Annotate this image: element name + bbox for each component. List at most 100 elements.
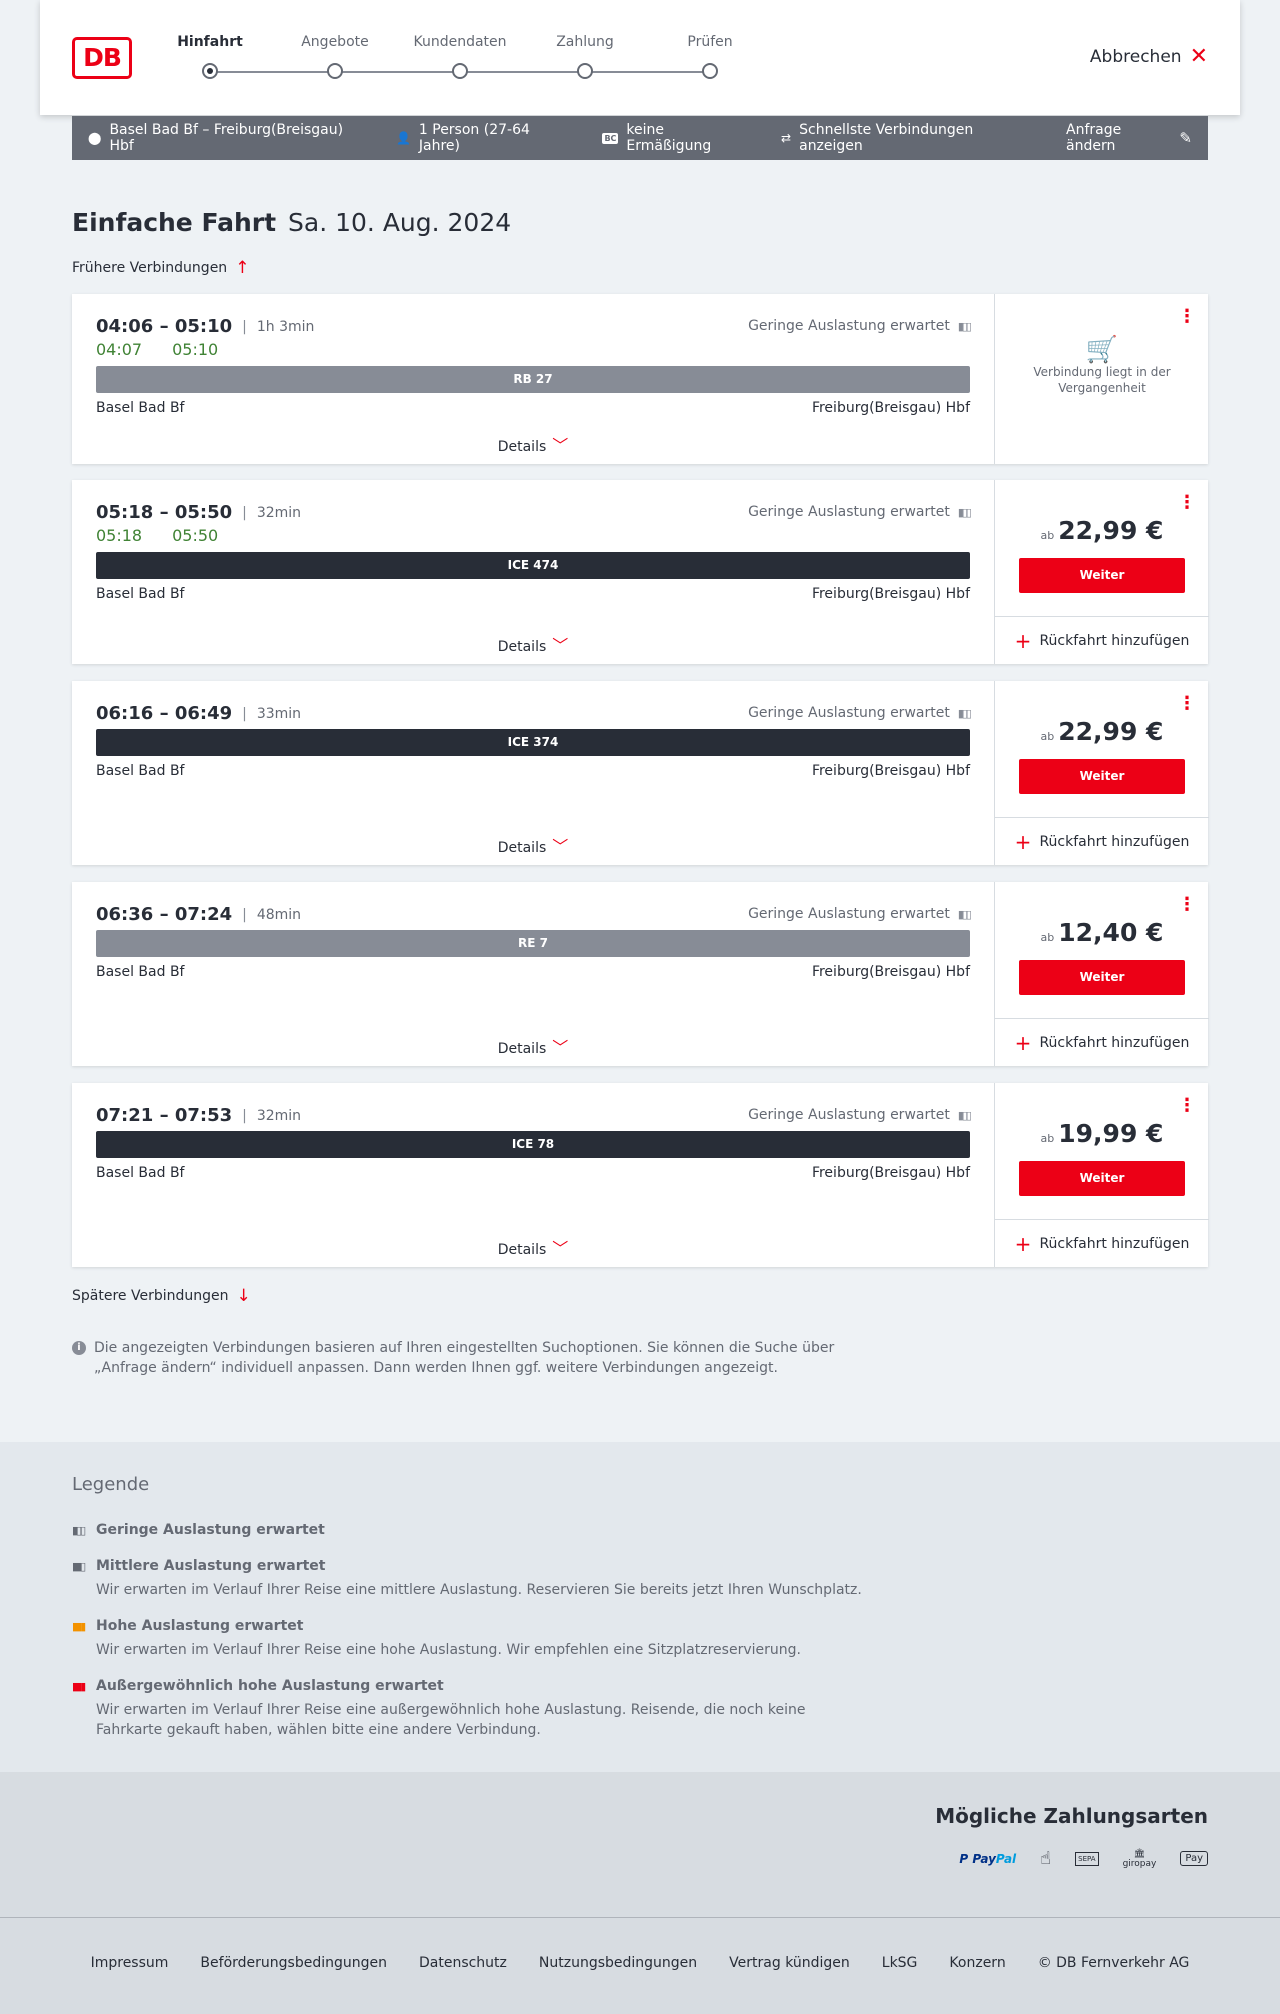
separator: | bbox=[242, 318, 247, 335]
separator: | bbox=[242, 504, 247, 521]
step-zahlung: Zahlung bbox=[535, 34, 635, 79]
step-label: Kundendaten bbox=[413, 34, 507, 50]
connection-card: 05:18 – 05:50 | 32min Geringe Auslastung… bbox=[72, 480, 1209, 664]
time-range: 06:36 – 07:24 bbox=[96, 904, 233, 925]
add-return-trip-button[interactable]: + Rückfahrt hinzufügen bbox=[995, 616, 1209, 664]
footer-link-impressum[interactable]: Impressum bbox=[91, 1955, 169, 1971]
earlier-connections-link[interactable]: Frühere Verbindungen ↑ bbox=[72, 258, 249, 278]
duration: 32min bbox=[256, 1107, 302, 1124]
step-dot bbox=[327, 63, 343, 79]
departure-station: Basel Bad Bf bbox=[96, 586, 185, 602]
duration: 33min bbox=[256, 705, 302, 722]
more-options-icon[interactable]: ⋮ bbox=[1178, 308, 1196, 326]
legend-label: Außergewöhnlich hohe Auslastung erwartet bbox=[96, 1678, 444, 1694]
earlier-label: Frühere Verbindungen bbox=[72, 260, 228, 276]
price-amount: 12,40 € bbox=[1058, 918, 1164, 947]
departure-station: Basel Bad Bf bbox=[96, 964, 185, 980]
cancel-label: Abbrechen bbox=[1089, 47, 1182, 67]
cancel-button[interactable]: Abbrechen ✕ bbox=[1090, 46, 1208, 68]
footer-link-lksg[interactable]: LkSG bbox=[882, 1955, 918, 1971]
separator: | bbox=[242, 705, 247, 722]
step-dot bbox=[702, 63, 718, 79]
later-connections-link[interactable]: Spätere Verbindungen ↓ bbox=[72, 1286, 251, 1306]
details-toggle[interactable]: Details ﹀ bbox=[72, 1235, 994, 1259]
departure-station: Basel Bad Bf bbox=[96, 1165, 185, 1181]
occupancy-low-icon: ▮▯▯ bbox=[957, 1108, 972, 1122]
realtime-arrival: 05:50 bbox=[172, 526, 219, 545]
connection-times: 07:21 – 07:53 | 32min bbox=[96, 1105, 301, 1126]
details-toggle[interactable]: Details ﹀ bbox=[72, 432, 994, 456]
realtime-arrival: 05:10 bbox=[172, 340, 219, 359]
more-options-icon[interactable]: ⋮ bbox=[1178, 1097, 1196, 1115]
details-toggle[interactable]: Details ﹀ bbox=[72, 632, 994, 656]
step-angebote: Angebote bbox=[285, 34, 385, 79]
train-bar[interactable]: RE 7 bbox=[96, 930, 970, 957]
connection-times: 06:36 – 07:24 | 48min bbox=[96, 904, 301, 925]
continue-button[interactable]: Weiter bbox=[1019, 960, 1185, 995]
legend-description: Wir erwarten im Verlauf Ihrer Reise eine… bbox=[96, 1642, 801, 1658]
arrow-down-icon: ↓ bbox=[236, 1286, 251, 1306]
chevron-down-icon: ﹀ bbox=[552, 1239, 569, 1258]
giropay-icon: 🏛 giropay bbox=[1122, 1848, 1157, 1869]
price-amount: 22,99 € bbox=[1058, 516, 1164, 545]
payment-title: Mögliche Zahlungsarten bbox=[935, 1804, 1208, 1828]
train-bar[interactable]: ICE 474 bbox=[96, 552, 970, 579]
duration: 1h 3min bbox=[256, 318, 315, 335]
continue-button[interactable]: Weiter bbox=[1019, 1161, 1185, 1196]
continue-button[interactable]: Weiter bbox=[1019, 558, 1185, 593]
details-toggle[interactable]: Details ﹀ bbox=[72, 833, 994, 857]
time-range: 06:16 – 06:49 bbox=[96, 703, 233, 724]
past-connection-text: Verbindung liegt in der Vergangenheit bbox=[1033, 365, 1171, 395]
details-label: Details bbox=[497, 1041, 547, 1057]
legend-heading: ▮▯▯ Geringe Auslastung erwartet bbox=[72, 1522, 872, 1538]
more-options-icon[interactable]: ⋮ bbox=[1178, 695, 1196, 713]
time-range: 05:18 – 05:50 bbox=[96, 502, 233, 523]
step-label: Hinfahrt bbox=[177, 34, 243, 50]
more-options-icon[interactable]: ⋮ bbox=[1178, 494, 1196, 512]
location-pin-icon: ⬤ bbox=[88, 131, 102, 145]
occupancy-low-icon: ▮▯▯ bbox=[957, 706, 972, 720]
legend-description: Wir erwarten im Verlauf Ihrer Reise eine… bbox=[96, 1582, 862, 1598]
footer-link-datenschutz[interactable]: Datenschutz bbox=[419, 1955, 507, 1971]
chevron-down-icon: ﹀ bbox=[552, 1038, 569, 1057]
credit-card-icon: ☝ bbox=[1040, 1848, 1052, 1869]
separator: | bbox=[242, 906, 247, 923]
continue-button[interactable]: Weiter bbox=[1019, 759, 1185, 794]
duration: 48min bbox=[256, 906, 302, 923]
close-icon: ✕ bbox=[1189, 44, 1208, 69]
search-summary-bar: ⬤ Basel Bad Bf – Freiburg(Breisgau) Hbf … bbox=[72, 116, 1208, 160]
arrival-station: Freiburg(Breisgau) Hbf bbox=[811, 763, 970, 779]
price-prefix: ab bbox=[1040, 1132, 1055, 1145]
train-bar[interactable]: ICE 374 bbox=[96, 729, 970, 756]
edit-request-button[interactable]: Anfrage ändern ✎ bbox=[1066, 122, 1192, 154]
db-logo[interactable]: DB bbox=[72, 37, 132, 79]
more-options-icon[interactable]: ⋮ bbox=[1178, 896, 1196, 914]
trip-date: Sa. 10. Aug. 2024 bbox=[288, 208, 512, 237]
train-bar[interactable]: ICE 78 bbox=[96, 1131, 970, 1158]
details-label: Details bbox=[497, 840, 547, 856]
plus-icon: + bbox=[1014, 1231, 1032, 1256]
footer-link-vertrag-kuendigen[interactable]: Vertrag kündigen bbox=[729, 1955, 850, 1971]
details-label: Details bbox=[497, 439, 547, 455]
offer-panel: ⋮ ab 22,99 € Weiter + Rückfahrt hinzufüge… bbox=[994, 681, 1209, 865]
footer-link-konzern[interactable]: Konzern bbox=[949, 1955, 1005, 1971]
footer-link-nutzungsbedingungen[interactable]: Nutzungsbedingungen bbox=[539, 1955, 697, 1971]
occupancy-info: Geringe Auslastung erwartet ▮▯▯ bbox=[748, 705, 972, 721]
legend-item-high: ▮▮▮ Hohe Auslastung erwartet Wir erwarten… bbox=[72, 1618, 872, 1660]
add-return-trip-button[interactable]: + Rückfahrt hinzufügen bbox=[995, 1219, 1209, 1267]
occupancy-info: Geringe Auslastung erwartet ▮▯▯ bbox=[748, 906, 972, 922]
train-bar[interactable]: RB 27 bbox=[96, 366, 970, 393]
info-icon: i bbox=[72, 1341, 86, 1355]
separator: | bbox=[242, 1107, 247, 1124]
add-return-trip-button[interactable]: + Rückfahrt hinzufügen bbox=[995, 817, 1209, 865]
footer-link-befoerderungsbedingungen[interactable]: Beförderungsbedingungen bbox=[200, 1955, 387, 1971]
details-toggle[interactable]: Details ﹀ bbox=[72, 1034, 994, 1058]
realtime-times: 05:18 05:50 bbox=[96, 526, 248, 545]
legend-item-medium: ▮▮▯ Mittlere Auslastung erwartet Wir erwa… bbox=[72, 1558, 872, 1600]
occupancy-label: Geringe Auslastung erwartet bbox=[748, 504, 950, 520]
add-return-trip-button[interactable]: + Rückfahrt hinzufügen bbox=[995, 1018, 1209, 1066]
page-title: Einfache Fahrt Sa. 10. Aug. 2024 bbox=[72, 208, 511, 237]
step-label: Angebote bbox=[301, 34, 369, 50]
discount-text: keine Ermäßigung bbox=[626, 122, 712, 154]
price: ab 22,99 € bbox=[995, 516, 1209, 545]
